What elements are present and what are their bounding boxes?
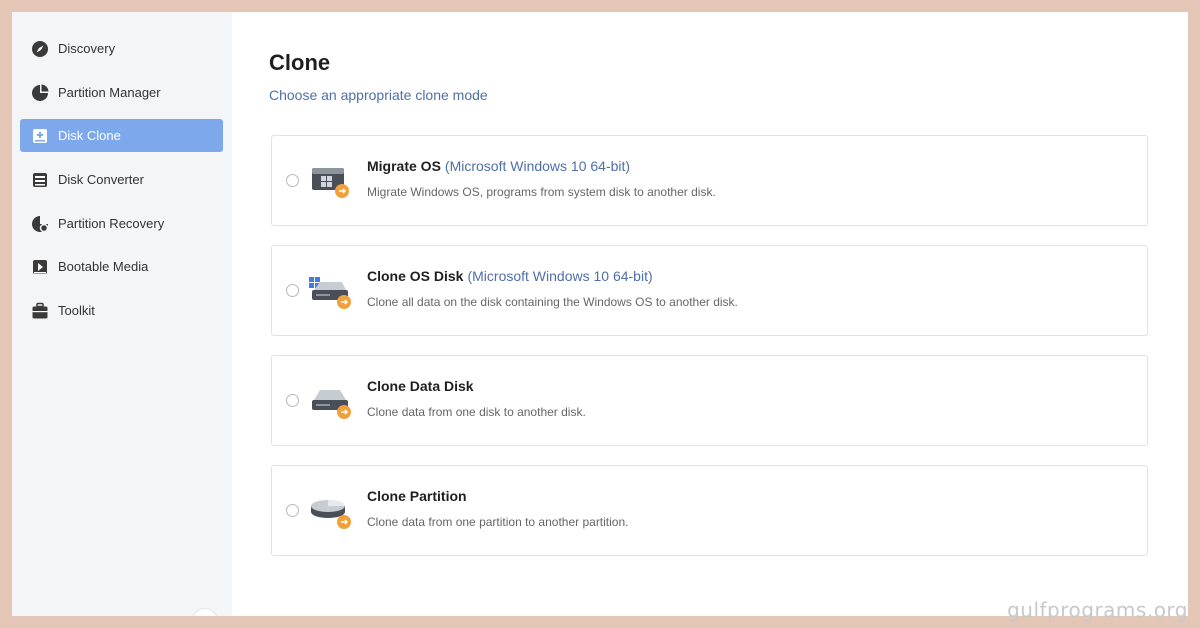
sidebar-item-toolkit[interactable]: Toolkit: [20, 294, 223, 327]
page-subtitle: Choose an appropriate clone mode: [269, 87, 488, 103]
sidebar-item-disk-clone[interactable]: Disk Clone: [20, 119, 223, 152]
sidebar-item-partition-manager[interactable]: Partition Manager: [20, 76, 223, 109]
page-title: Clone: [269, 50, 331, 75]
clone-data-disk-icon: [306, 378, 352, 424]
migrate-os-icon: [306, 158, 352, 204]
partition-recovery-icon: [30, 214, 50, 234]
option-title-text: Clone Data Disk: [367, 378, 474, 394]
option-title: Clone Partition: [367, 488, 471, 504]
sidebar-item-label: Toolkit: [58, 303, 95, 318]
sidebar-item-label: Partition Recovery: [58, 216, 165, 231]
option-description: Clone data from one disk to another disk…: [367, 405, 586, 419]
clone-option-migrate-os[interactable]: Migrate OS (Microsoft Windows 10 64-bit) …: [271, 135, 1148, 226]
sidebar-item-partition-recovery[interactable]: Partition Recovery: [20, 207, 223, 240]
disk-converter-icon: [30, 170, 50, 190]
option-radio[interactable]: [286, 504, 299, 517]
option-description: Clone data from one partition to another…: [367, 515, 629, 529]
clone-partition-icon: [306, 488, 352, 534]
option-radio[interactable]: [286, 284, 299, 297]
option-title: Clone Data Disk: [367, 378, 478, 394]
bootable-media-icon: [30, 257, 50, 277]
disk-clone-icon: [30, 126, 50, 146]
option-radio[interactable]: [286, 174, 299, 187]
toolkit-icon: [30, 301, 50, 321]
sidebar-item-label: Disk Clone: [58, 128, 121, 143]
clone-option-clone-data-disk[interactable]: Clone Data Disk Clone data from one disk…: [271, 355, 1148, 446]
app-window: Discovery Partition Manager Disk Clone D…: [12, 12, 1188, 616]
option-radio[interactable]: [286, 394, 299, 407]
sidebar: Discovery Partition Manager Disk Clone D…: [12, 12, 232, 616]
option-os-label: (Microsoft Windows 10 64-bit): [467, 268, 653, 284]
clone-option-clone-os-disk[interactable]: Clone OS Disk (Microsoft Windows 10 64-bi…: [271, 245, 1148, 336]
option-title-text: Clone Partition: [367, 488, 467, 504]
sidebar-item-label: Discovery: [58, 41, 116, 56]
sidebar-item-bootable-media[interactable]: Bootable Media: [20, 250, 223, 283]
option-title-text: Migrate OS: [367, 158, 441, 174]
sidebar-item-disk-converter[interactable]: Disk Converter: [20, 163, 223, 196]
main-panel: Clone Choose an appropriate clone mode M…: [232, 12, 1188, 616]
sidebar-item-discovery[interactable]: Discovery: [20, 32, 223, 65]
watermark: gulfprograms.org: [1007, 598, 1188, 622]
clone-os-disk-icon: [306, 268, 352, 314]
sidebar-collapse-handle[interactable]: [192, 608, 218, 616]
sidebar-item-label: Disk Converter: [58, 172, 144, 187]
sidebar-item-label: Bootable Media: [58, 259, 149, 274]
option-title-text: Clone OS Disk: [367, 268, 464, 284]
pie-chart-icon: [30, 83, 50, 103]
option-description: Migrate Windows OS, programs from system…: [367, 185, 716, 199]
option-description: Clone all data on the disk containing th…: [367, 295, 738, 309]
sidebar-item-label: Partition Manager: [58, 85, 161, 100]
option-title: Migrate OS (Microsoft Windows 10 64-bit): [367, 158, 630, 174]
compass-icon: [30, 39, 50, 59]
option-os-label: (Microsoft Windows 10 64-bit): [444, 158, 631, 174]
clone-option-clone-partition[interactable]: Clone Partition Clone data from one part…: [271, 465, 1148, 556]
option-title: Clone OS Disk (Microsoft Windows 10 64-bi…: [367, 268, 653, 284]
